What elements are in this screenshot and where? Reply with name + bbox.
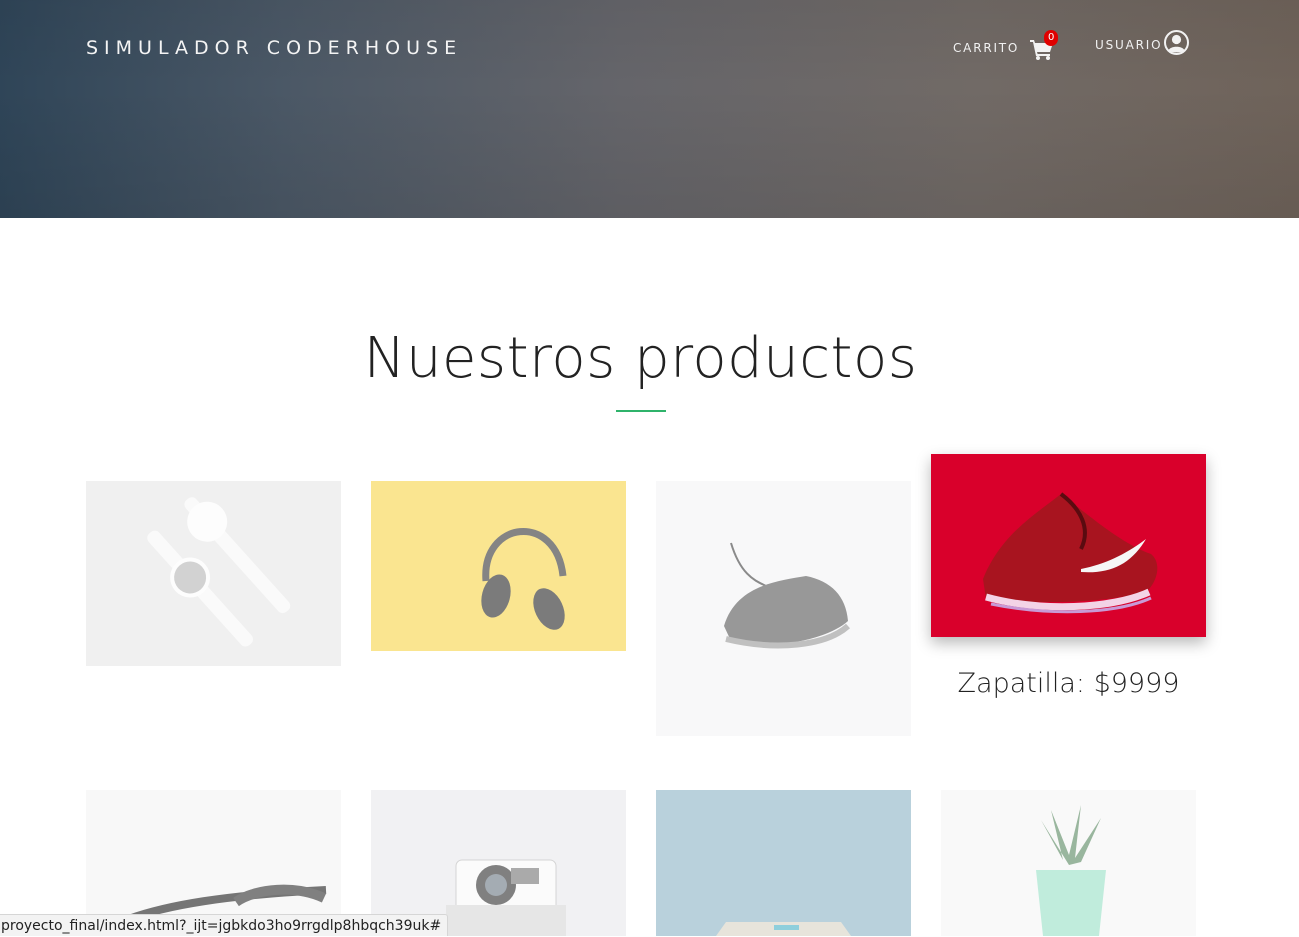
cart-count-badge: 0 — [1044, 30, 1059, 46]
user-account-icon[interactable] — [1164, 30, 1190, 55]
nav-user-link[interactable]: USUARIO — [1095, 30, 1190, 55]
browser-status-bar-url: proyecto_final/index.html?_ijt=jgbkdo3ho… — [0, 914, 449, 936]
product-card-watch[interactable] — [86, 481, 341, 666]
product-image-watch — [86, 481, 341, 666]
product-caption: Zapatilla: $9999 — [957, 668, 1180, 699]
product-card-headphones[interactable] — [371, 481, 626, 651]
brand-logo-link[interactable]: SIMULADOR CODERHOUSE — [86, 37, 462, 59]
product-card-plant[interactable] — [941, 790, 1196, 936]
product-image-headphones — [371, 481, 626, 651]
product-image-sneaker-gray — [656, 481, 911, 736]
product-image-sneaker-red — [931, 454, 1206, 637]
products-section-title: Nuestros productos — [363, 326, 918, 391]
product-card-sneaker-gray[interactable] — [656, 481, 911, 736]
shopping-cart-icon[interactable]: 0 — [1030, 30, 1059, 60]
product-card-stool[interactable] — [656, 790, 911, 936]
user-label: USUARIO — [1095, 37, 1163, 52]
product-image-stool — [656, 790, 911, 936]
cart-label: CARRITO — [953, 41, 1020, 55]
nav-cart-link[interactable]: CARRITO 0 — [953, 30, 1059, 60]
product-card-sneaker-red[interactable]: Zapatilla: $9999 — [931, 454, 1206, 709]
product-image-plant — [941, 790, 1196, 936]
hero-header: SIMULADOR CODERHOUSE CARRITO 0 USUARIO — [0, 0, 1299, 218]
title-underline — [616, 410, 666, 412]
